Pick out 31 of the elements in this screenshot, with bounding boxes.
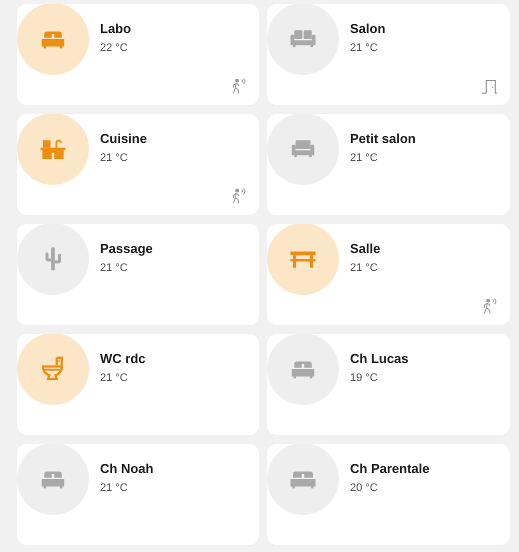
room-card[interactable]: Ch Lucas 19 °C [267, 334, 510, 435]
room-card[interactable]: Ch Parentale 20 °C [267, 444, 510, 545]
room-name: Petit salon [350, 131, 416, 147]
room-card[interactable]: WC rdc 21 °C [17, 334, 259, 435]
room-temperature: 19 °C [350, 371, 379, 385]
room-card[interactable]: Passage 21 °C [17, 224, 259, 325]
door-icon [480, 77, 498, 95]
room-name: Passage [100, 241, 153, 257]
room-temperature: 21 °C [100, 261, 129, 275]
room-temperature: 21 °C [100, 481, 129, 495]
room-name: Ch Noah [100, 461, 154, 477]
room-temperature: 22 °C [100, 41, 129, 55]
room-temperature: 21 °C [100, 371, 129, 385]
room-name: Salle [350, 241, 380, 257]
room-temperature: 20 °C [350, 481, 379, 495]
room-temperature: 21 °C [100, 151, 129, 165]
room-card[interactable]: Ch Noah 21 °C [17, 444, 259, 545]
room-temperature: 21 °C [350, 261, 379, 275]
room-card[interactable]: Petit salon 21 °C [267, 114, 510, 215]
room-card[interactable]: Salon 21 °C [267, 4, 510, 105]
room-temperature: 21 °C [350, 151, 379, 165]
room-name: Labo [100, 21, 132, 37]
room-card[interactable]: Labo 22 °C [17, 4, 259, 105]
room-name: WC rdc [100, 351, 146, 367]
room-name: Ch Lucas [350, 351, 409, 367]
room-card[interactable]: Salle 21 °C [267, 224, 510, 325]
room-name: Salon [350, 21, 386, 37]
room-temperature: 21 °C [350, 41, 379, 55]
room-name: Ch Parentale [350, 461, 430, 477]
room-name: Cuisine [100, 131, 147, 147]
room-card[interactable]: Cuisine 21 °C [17, 114, 259, 215]
